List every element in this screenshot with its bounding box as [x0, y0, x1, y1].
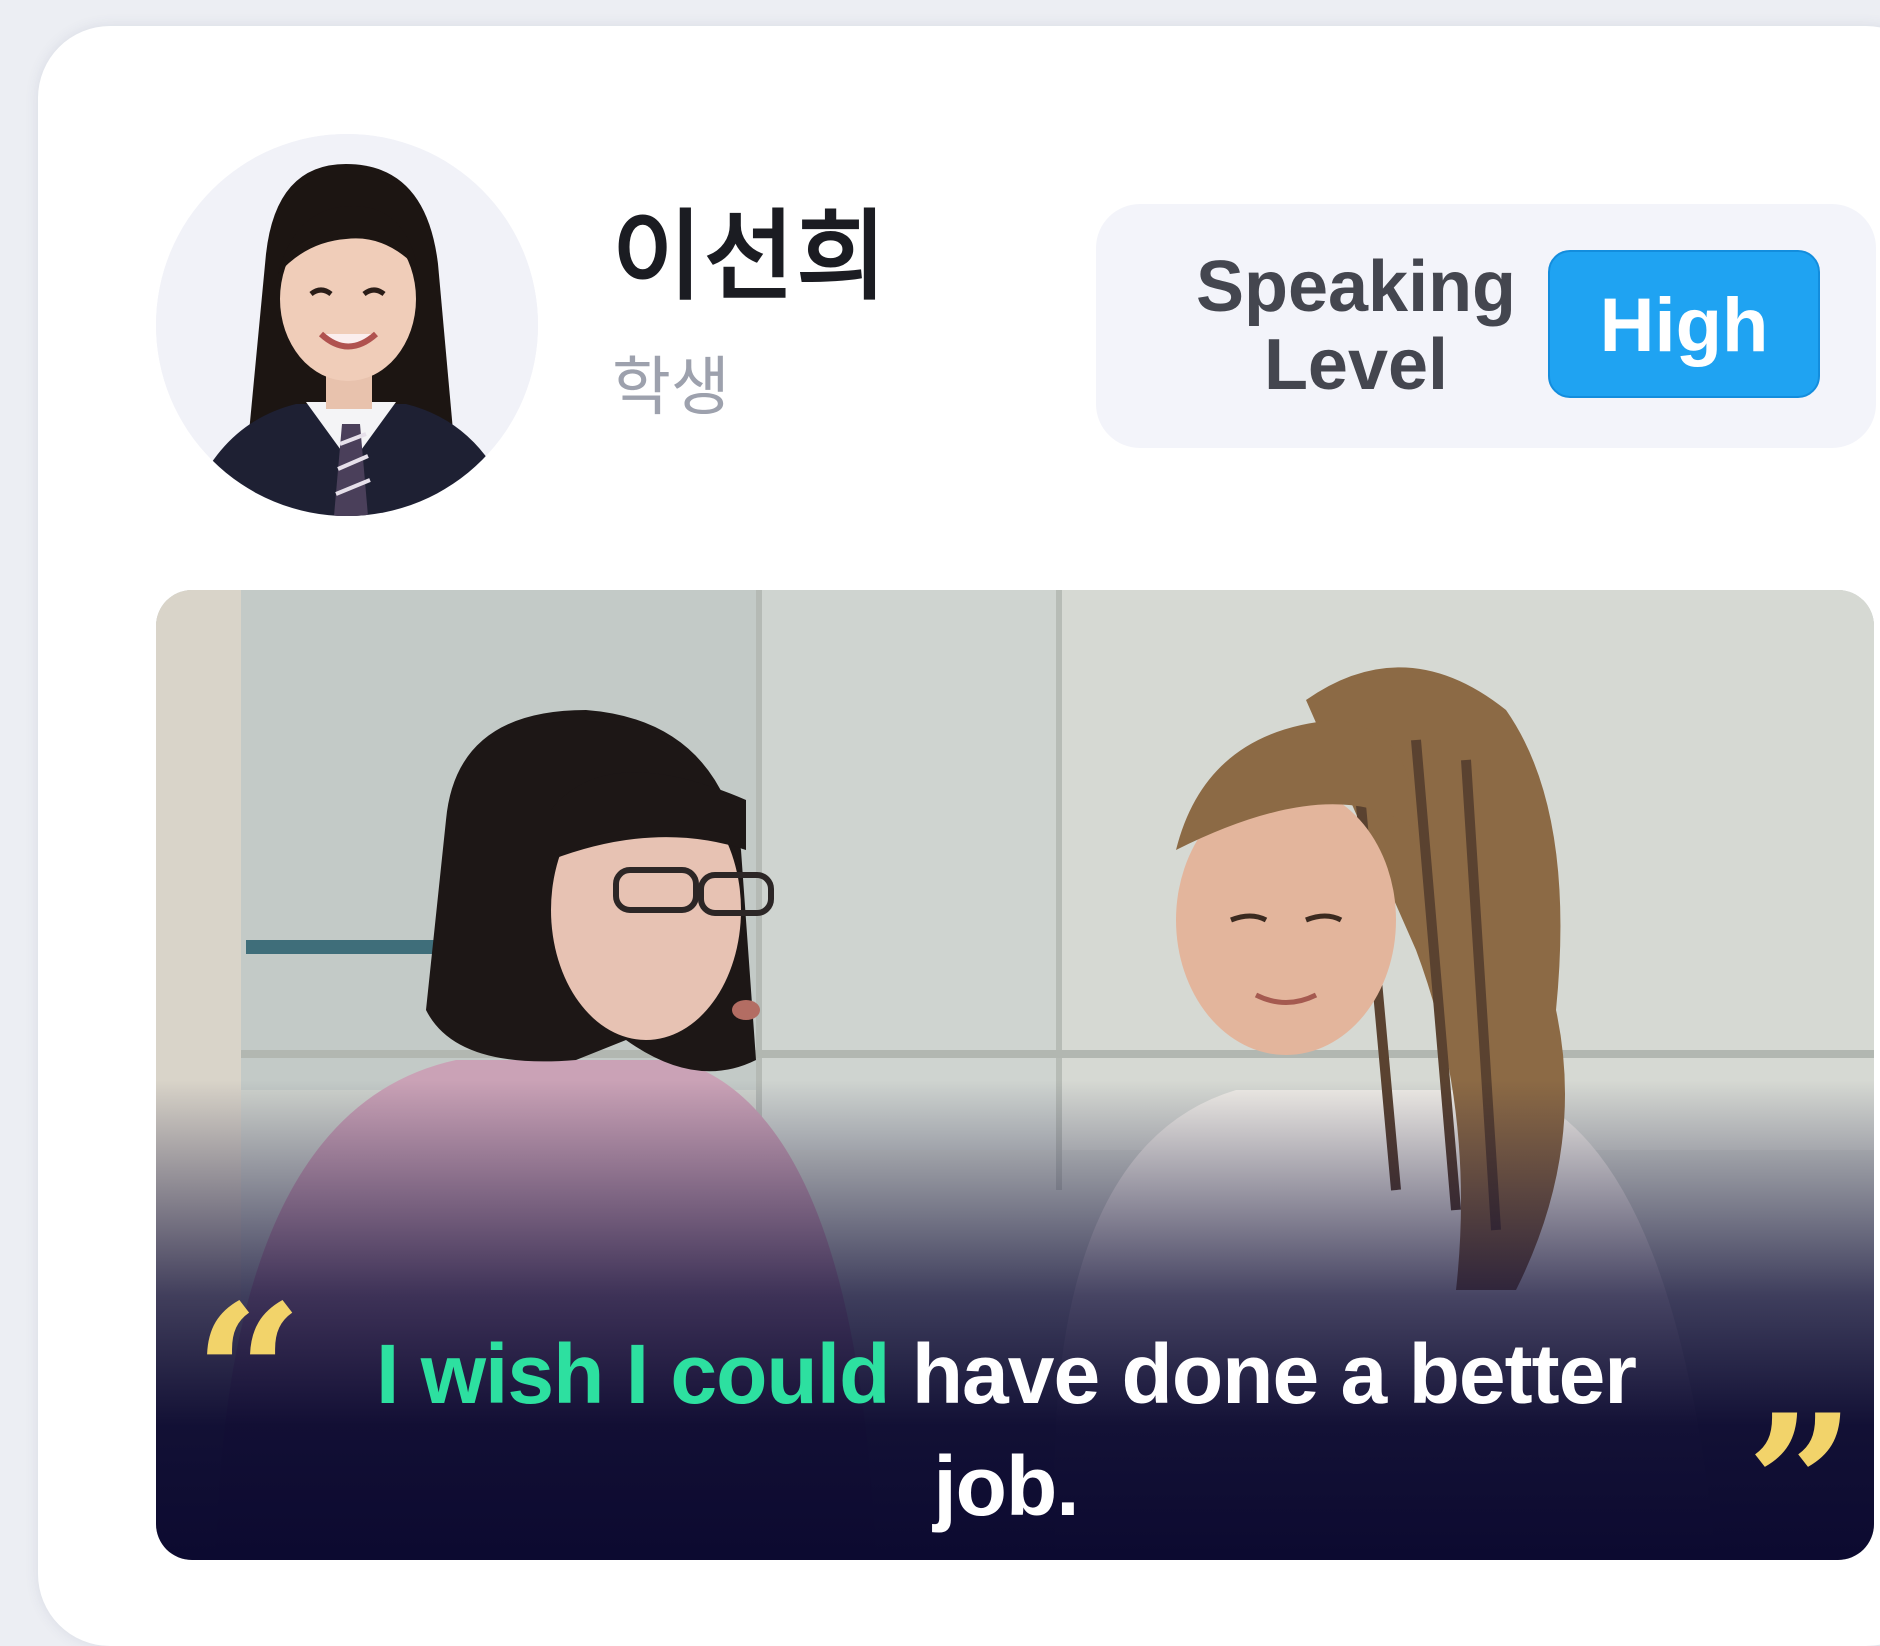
caption-rest: have done a better job. — [911, 1327, 1637, 1533]
conversation-scene: “ ” I wish I could have done a better jo… — [156, 590, 1874, 1560]
caption-highlight: I wish I could — [376, 1327, 890, 1421]
quote-caption: I wish I could have done a better job. — [306, 1318, 1706, 1542]
open-quote-icon: “ — [194, 1263, 304, 1486]
close-quote-icon: ” — [1746, 1373, 1856, 1561]
student-portrait-icon — [156, 134, 538, 516]
student-card: 이선희 학생 Speaking Level High “ ” I wish I … — [38, 26, 1880, 1646]
student-role: 학생 — [612, 351, 730, 425]
student-avatar — [156, 134, 538, 516]
speaking-level-badge: High — [1548, 250, 1820, 398]
speaking-level-label: Speaking Level — [1195, 247, 1517, 405]
speaking-level-panel: Speaking Level High — [1096, 204, 1876, 448]
student-name: 이선희 — [612, 200, 889, 314]
